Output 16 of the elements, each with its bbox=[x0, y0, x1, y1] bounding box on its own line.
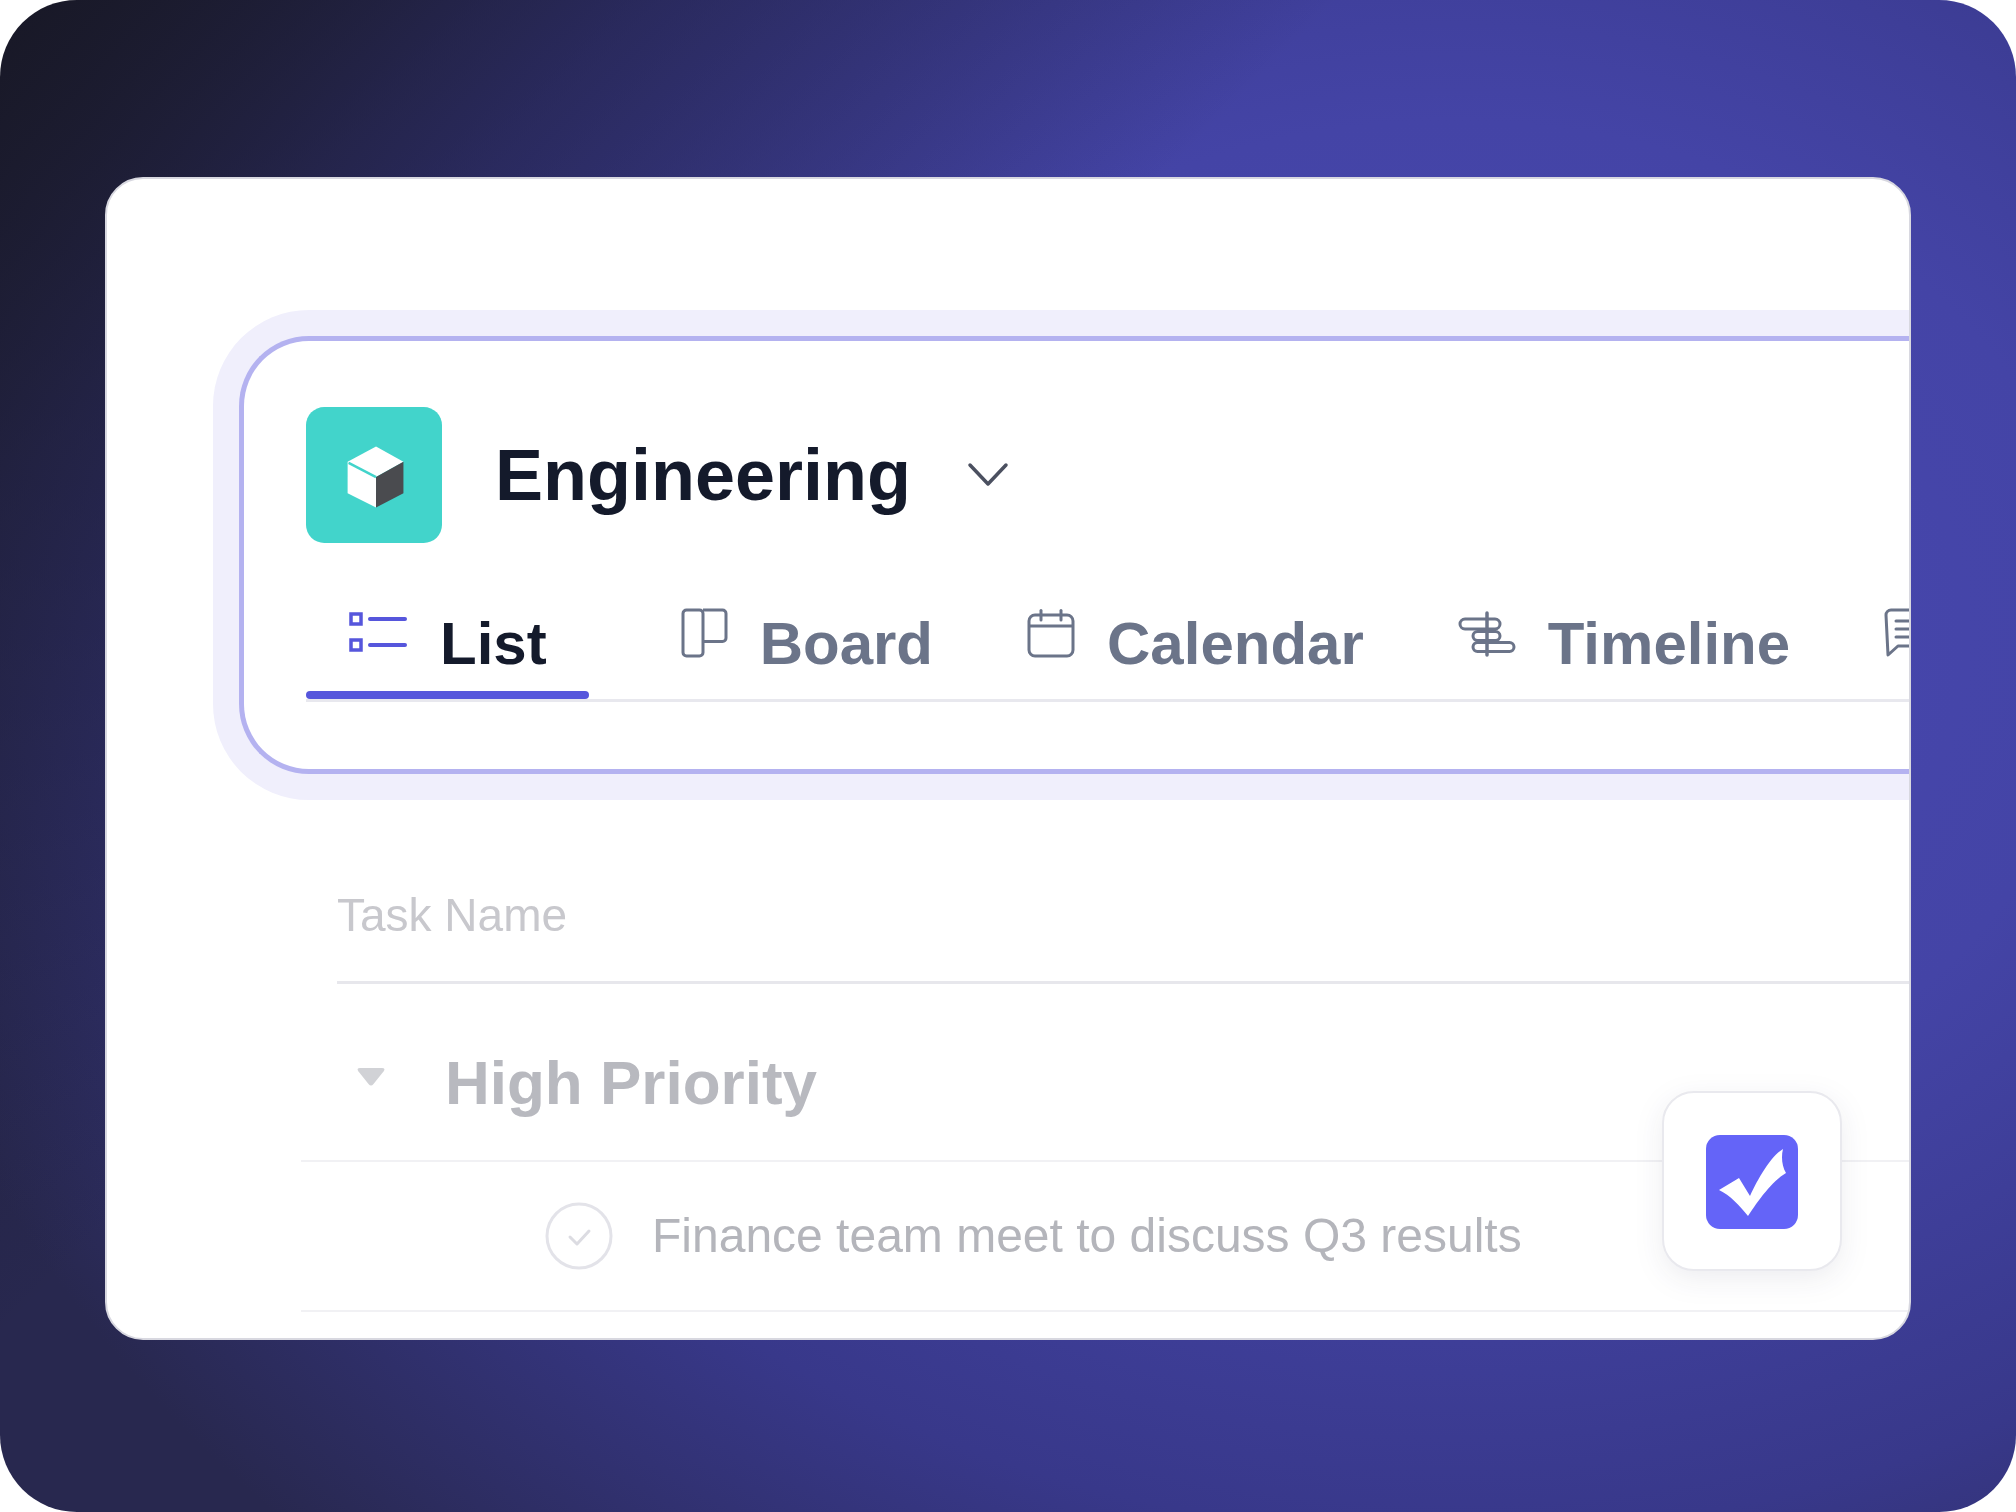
calendar-icon bbox=[1027, 608, 1076, 658]
view-tab[interactable]: Calendar bbox=[985, 608, 1406, 691]
list-icon bbox=[348, 611, 408, 653]
chevron-down-icon bbox=[967, 462, 1010, 488]
project-dropdown[interactable]: Engineering bbox=[495, 432, 1010, 518]
view-tab[interactable]: Timeline bbox=[1415, 608, 1833, 691]
view-tab[interactable]: Board bbox=[638, 608, 976, 691]
timeline-icon bbox=[1457, 611, 1516, 657]
group-title: High Priority bbox=[445, 1047, 818, 1119]
view-tab[interactable]: List bbox=[306, 608, 589, 691]
task-name: Finance team meet to discuss Q3 results bbox=[652, 1208, 1522, 1264]
cube-icon bbox=[306, 407, 442, 543]
board-icon bbox=[680, 608, 728, 658]
caret-down-icon[interactable] bbox=[356, 1066, 386, 1087]
document-icon bbox=[1884, 608, 1909, 658]
check-circle-icon[interactable] bbox=[545, 1202, 613, 1270]
